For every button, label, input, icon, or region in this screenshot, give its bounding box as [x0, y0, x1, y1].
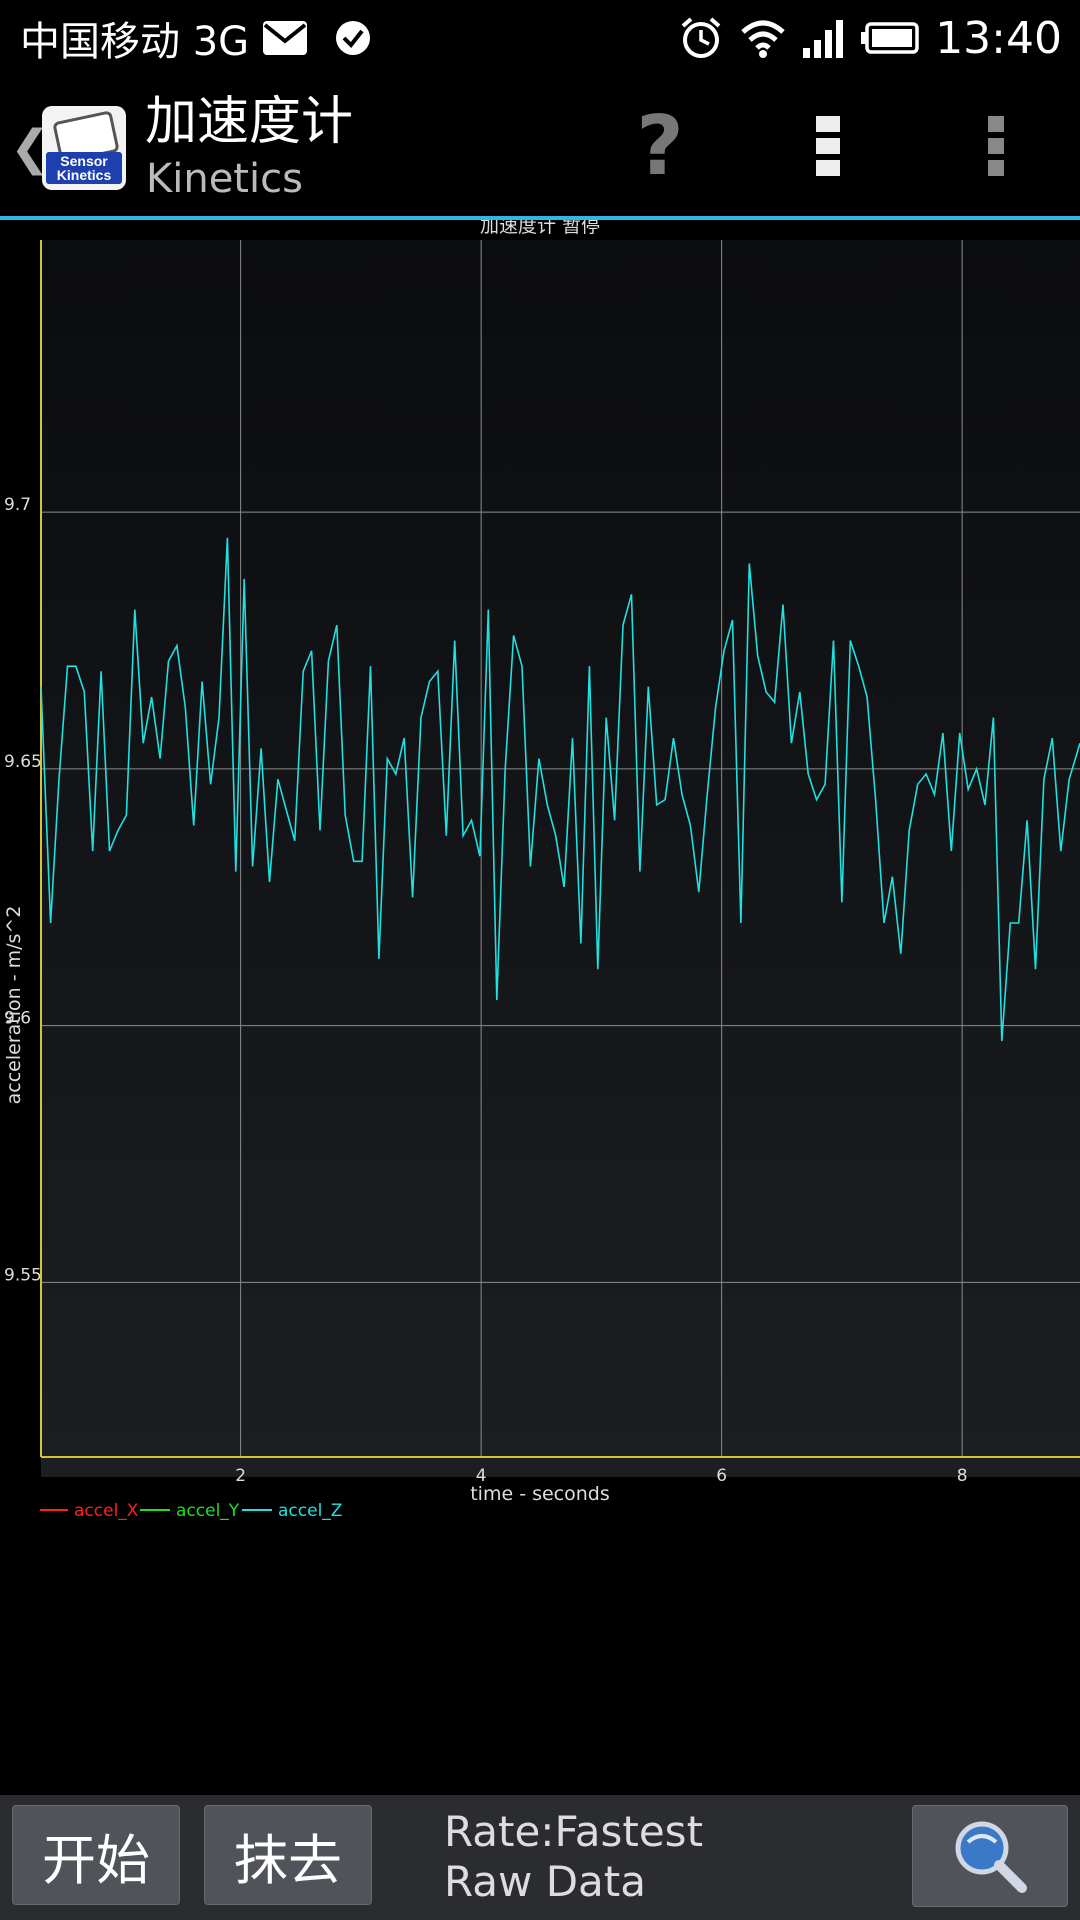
mail-icon	[263, 21, 308, 55]
battery-icon	[861, 22, 919, 54]
legend-label-accel-x: accel_X	[74, 1501, 139, 1521]
help-icon: ?	[636, 98, 684, 194]
y-axis-label: acceleration - m/s^2	[3, 906, 25, 1105]
mode-text: Raw Data	[444, 1857, 646, 1906]
alarm-icon	[679, 16, 723, 60]
sensor-menu-button[interactable]	[788, 106, 868, 186]
overflow-menu-icon	[988, 116, 1004, 176]
clock: 13:40	[935, 12, 1062, 64]
action-bar: ❮ Sensor Kinetics 加速度计 Kinetics ?	[0, 76, 1080, 220]
chart-title: 加速度计 暂停	[480, 220, 600, 237]
check-circle-icon	[335, 20, 371, 56]
rate-text: Rate:Fastest	[444, 1807, 704, 1856]
clear-button[interactable]: 抹去	[204, 1805, 372, 1905]
accelerometer-chart[interactable]: 2 4 6 8 9.55 9.6 9.65 9.7 加速度计 暂停 time - second…	[0, 215, 1080, 1530]
y-tick-label: 9.7	[4, 495, 31, 515]
page-title: 加速度计	[145, 92, 354, 152]
carrier-label: 中国移动 3G	[20, 19, 250, 65]
start-button[interactable]: 开始	[12, 1805, 180, 1905]
magnifier-icon	[955, 1821, 1027, 1893]
signal-icon	[803, 18, 845, 58]
page-subtitle: Kinetics	[146, 156, 303, 202]
x-tick-label: 6	[716, 1466, 727, 1486]
y-tick-label: 9.55	[4, 1265, 42, 1285]
app-icon[interactable]: Sensor Kinetics	[42, 106, 126, 190]
y-tick-label: 9.65	[4, 752, 42, 772]
x-axis-label: time - seconds	[470, 1483, 610, 1505]
stacked-squares-icon	[816, 116, 840, 176]
legend-label-accel-z: accel_Z	[278, 1501, 342, 1521]
bottom-toolbar: 开始 抹去 Rate:Fastest Raw Data	[0, 1795, 1080, 1920]
status-bar: 中国移动 3G 13:40	[0, 0, 1080, 76]
rate-info: Rate:Fastest Raw Data	[444, 1807, 703, 1907]
x-tick-label: 2	[235, 1466, 246, 1486]
x-tick-label: 8	[957, 1466, 968, 1486]
overflow-menu-button[interactable]	[956, 106, 1036, 186]
legend: accel_X accel_Y accel_Z	[40, 1501, 342, 1521]
help-button[interactable]: ?	[620, 99, 700, 194]
legend-label-accel-y: accel_Y	[176, 1501, 240, 1521]
zoom-button[interactable]	[912, 1805, 1068, 1907]
app-icon-label: Sensor Kinetics	[46, 152, 122, 184]
plot-area	[41, 240, 1080, 1477]
wifi-icon	[739, 18, 787, 58]
